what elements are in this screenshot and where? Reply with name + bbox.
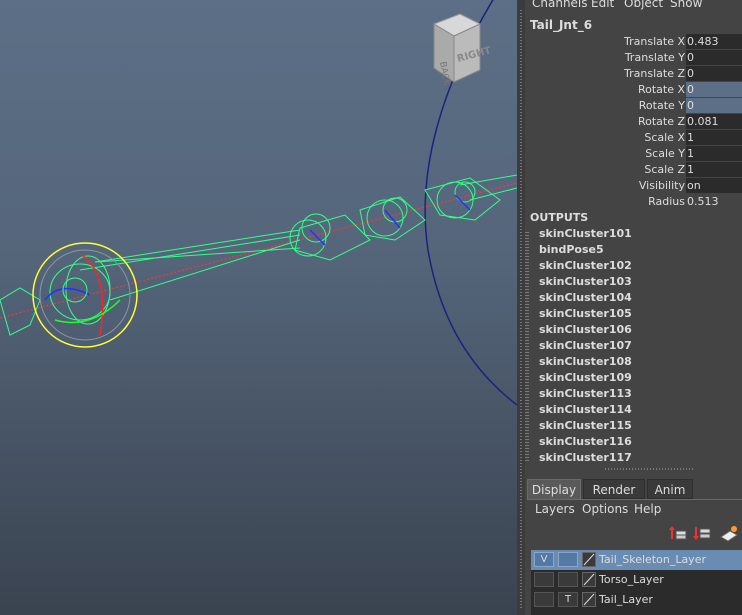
panel-splitter[interactable] (517, 0, 525, 615)
attribute-row[interactable]: Scale Y1 (525, 146, 742, 162)
layer-display-type-toggle[interactable] (558, 552, 578, 567)
layer-visibility-toggle[interactable]: V (534, 552, 554, 567)
output-node-item[interactable]: skinCluster114 (539, 403, 632, 416)
menu-options[interactable]: Options (582, 502, 628, 516)
menu-help[interactable]: Help (634, 502, 661, 516)
channel-box: Channels Edit Object Show Tail_Jnt_6 Tra… (525, 0, 742, 470)
menu-layers[interactable]: Layers (535, 502, 575, 516)
layer-visibility-toggle[interactable] (534, 592, 554, 607)
layer-display-type-toggle[interactable] (558, 572, 578, 587)
menu-show[interactable]: Show (670, 0, 702, 10)
layer-row[interactable]: T Tail_Layer (531, 590, 742, 610)
attribute-label[interactable]: Rotate X (638, 83, 685, 96)
attribute-label[interactable]: Translate Y (625, 51, 685, 64)
attribute-label[interactable]: Visibility (639, 179, 685, 192)
layer-row[interactable]: V Tail_Skeleton_Layer (531, 550, 742, 570)
output-node-item[interactable]: skinCluster107 (539, 339, 632, 352)
panel-splitter-horizontal[interactable] (525, 463, 742, 475)
attribute-value-field[interactable]: 0 (686, 66, 742, 81)
node-name[interactable]: Tail_Jnt_6 (530, 18, 592, 32)
output-node-item[interactable]: skinCluster103 (539, 275, 632, 288)
layer-display-type-toggle[interactable]: T (558, 592, 578, 607)
output-node-item[interactable]: skinCluster109 (539, 371, 632, 384)
selected-joint[interactable] (32, 242, 138, 348)
attribute-label[interactable]: Scale Y (645, 147, 685, 160)
tab-anim[interactable]: Anim (647, 479, 693, 499)
layer-list: V Tail_Skeleton_Layer Torso_Layer T Tail_Lay… (531, 550, 742, 615)
layer-name[interactable]: Tail_Skeleton_Layer (599, 553, 706, 566)
layer-color-swatch[interactable] (582, 552, 596, 567)
menu-object[interactable]: Object (624, 0, 663, 10)
bone-wires (0, 174, 517, 336)
attribute-value-field[interactable]: 1 (686, 130, 742, 145)
channel-box-menubar: Channels Edit Object Show (525, 0, 742, 12)
output-node-item[interactable]: skinCluster104 (539, 291, 632, 304)
layer-name[interactable]: Torso_Layer (599, 573, 664, 586)
output-node-item[interactable]: skinCluster105 (539, 307, 632, 320)
output-node-item[interactable]: skinCluster116 (539, 435, 632, 448)
menu-channels[interactable]: Channels (532, 0, 588, 10)
layer-visibility-toggle[interactable] (534, 572, 554, 587)
attribute-row[interactable]: Rotate Z 0.081 (525, 114, 742, 130)
attribute-row[interactable]: Radius 0.513 (525, 194, 742, 210)
layer-editor: Display Render Anim Layers Options Help … (525, 475, 742, 615)
attribute-row[interactable]: Scale X1 (525, 130, 742, 146)
attribute-value-field[interactable]: 0.081 (686, 114, 742, 129)
output-node-item[interactable]: skinCluster108 (539, 355, 632, 368)
attribute-label[interactable]: Translate X (624, 35, 685, 48)
attribute-row[interactable]: Scale Z1 (525, 162, 742, 178)
attribute-row[interactable]: Visibility on (525, 178, 742, 194)
attribute-row[interactable]: Translate Z0 (525, 66, 742, 82)
output-node-item[interactable]: skinCluster102 (539, 259, 632, 272)
attribute-row[interactable]: Translate Y0 (525, 50, 742, 66)
output-node-item[interactable]: skinCluster106 (539, 323, 632, 336)
attribute-value-field[interactable]: 0 (686, 98, 742, 113)
joint-spheres[interactable] (289, 181, 476, 257)
menu-edit[interactable]: Edit (591, 0, 614, 10)
attribute-value-field[interactable]: 0 (686, 82, 742, 97)
new-empty-layer-icon[interactable] (693, 525, 711, 543)
attribute-label[interactable]: Rotate Z (638, 115, 685, 128)
attribute-value-field[interactable]: 1 (686, 162, 742, 177)
attribute-label[interactable]: Scale X (644, 131, 685, 144)
attribute-value-field[interactable]: on (686, 178, 742, 193)
output-node-item[interactable]: skinCluster115 (539, 419, 632, 432)
attribute-value-field[interactable]: 0 (686, 50, 742, 65)
attribute-label[interactable]: Scale Z (644, 163, 685, 176)
attribute-label[interactable]: Translate Z (624, 67, 685, 80)
channel-box-scrollbar[interactable] (525, 232, 529, 462)
output-node-item[interactable]: bindPose5 (539, 243, 604, 256)
viewport-scene[interactable] (0, 0, 517, 615)
attribute-row[interactable]: Rotate Y0 (525, 98, 742, 114)
attribute-value-field[interactable]: 0.483 (686, 34, 742, 49)
attribute-row[interactable]: Rotate X0 (525, 82, 742, 98)
3d-viewport[interactable]: BACK RIGHT (0, 0, 517, 615)
tab-display[interactable]: Display (527, 479, 581, 499)
attribute-value-field[interactable]: 1 (686, 146, 742, 161)
outputs-title: OUTPUTS (530, 211, 589, 224)
layer-options-icon[interactable] (720, 525, 738, 543)
layer-row[interactable]: Torso_Layer (531, 570, 742, 590)
layer-color-swatch[interactable] (582, 572, 596, 587)
layer-color-swatch[interactable] (582, 592, 596, 607)
attribute-row[interactable]: Translate X 0.483 (525, 34, 742, 50)
attribute-label[interactable]: Rotate Y (639, 99, 685, 112)
view-cube[interactable]: BACK RIGHT (428, 10, 498, 90)
attribute-label[interactable]: Radius (648, 195, 685, 208)
layer-name[interactable]: Tail_Layer (599, 593, 653, 606)
attribute-value-field[interactable]: 0.513 (686, 194, 742, 209)
new-layer-from-selected-icon[interactable] (669, 525, 687, 543)
output-node-item[interactable]: skinCluster113 (539, 387, 632, 400)
output-node-item[interactable]: skinCluster101 (539, 227, 632, 240)
tab-render[interactable]: Render (583, 479, 645, 499)
